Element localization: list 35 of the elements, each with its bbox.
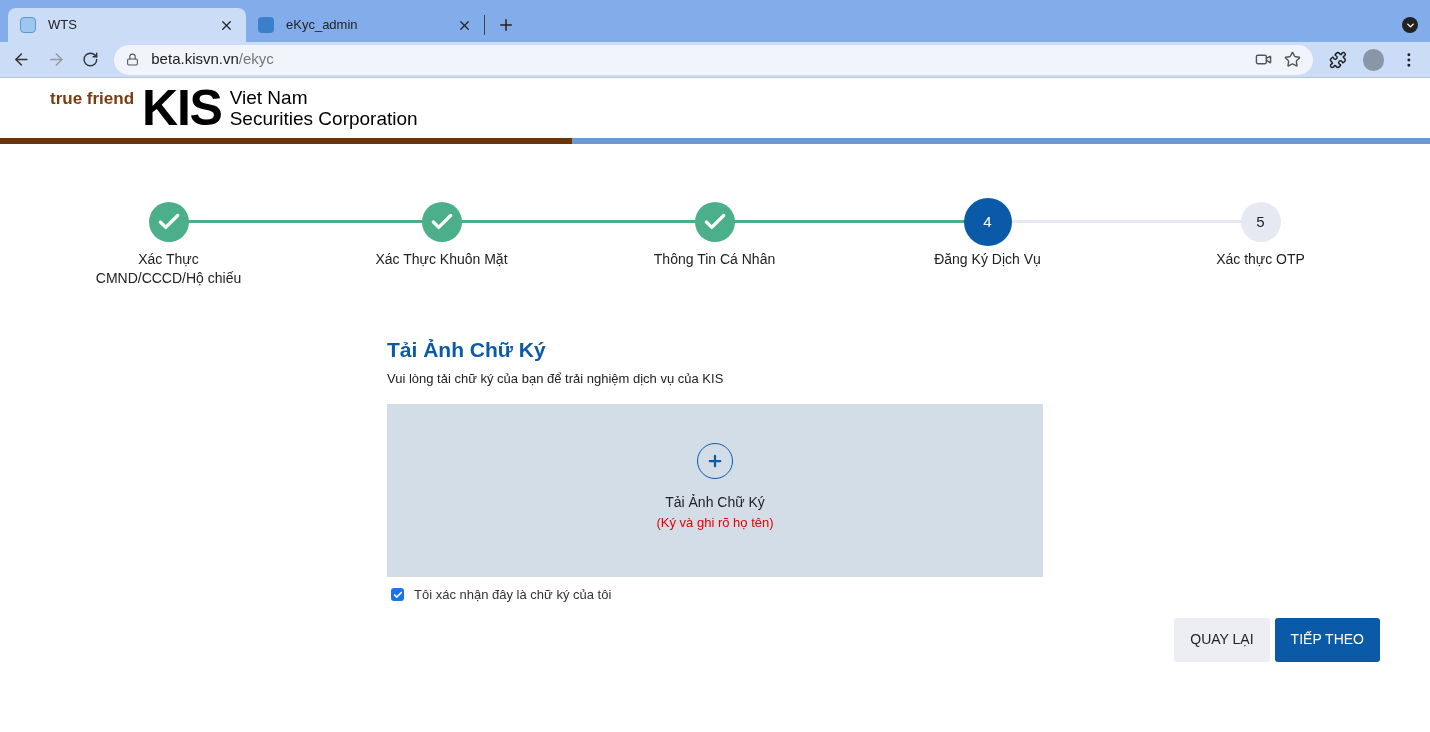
favicon-icon	[20, 17, 36, 33]
section-subtitle: Vui lòng tải chữ ký của bạn để trải nghiệm dịch vụ của KIS	[387, 369, 725, 388]
step-label: Xác Thực CMND/CCCD/Hộ chiếu	[95, 250, 242, 288]
company-name: Viet Nam	[229, 87, 309, 108]
upload-area[interactable]: Tải Ảnh Chữ Ký (Ký và ghi rõ họ tên)	[387, 404, 1043, 577]
tab-title: WTS	[48, 16, 78, 35]
section-title: Tải Ảnh Chữ Ký	[387, 337, 547, 363]
step-label: Xác Thực Khuôn Mặt	[375, 250, 508, 269]
extensions-icon[interactable]	[1328, 50, 1347, 69]
upload-hint: (Ký và ghi rõ họ tên)	[656, 514, 774, 532]
step-number: 4	[983, 211, 992, 232]
step-label: Xác thực OTP	[1216, 250, 1305, 269]
favicon-icon	[258, 17, 274, 33]
new-tab-icon[interactable]	[497, 16, 515, 34]
back-button[interactable]: QUAY LẠI	[1174, 617, 1270, 662]
lock-icon	[126, 53, 140, 66]
reload-icon[interactable]	[81, 51, 99, 68]
step-number: 5	[1256, 211, 1265, 232]
url-text: beta.kisvn.vn/ekyc	[151, 49, 275, 70]
browser-tab[interactable]: WTS	[8, 8, 246, 42]
confirm-checkbox[interactable]	[391, 588, 404, 602]
confirm-label: Tôi xác nhận đây là chữ ký của tôi	[414, 586, 612, 604]
tab-menu-icon[interactable]	[1402, 17, 1418, 33]
browser-tab[interactable]: eKyc_admin	[246, 8, 484, 42]
next-button[interactable]: TIẾP THEO	[1274, 617, 1380, 662]
address-bar[interactable]: beta.kisvn.vn/ekyc	[114, 44, 1313, 75]
step-label: Thông Tin Cá Nhân	[653, 250, 776, 269]
upload-label: Tải Ảnh Chữ Ký	[665, 493, 765, 512]
logo-brand: KIS	[142, 83, 222, 133]
logo-tagline: true friend	[50, 88, 135, 110]
star-icon[interactable]	[1283, 51, 1301, 68]
company-name: Securities Corporation	[229, 108, 418, 129]
back-icon[interactable]	[12, 50, 31, 69]
tab-title: eKyc_admin	[286, 16, 359, 35]
step-label: Đăng Ký Dịch Vụ	[934, 250, 1041, 269]
